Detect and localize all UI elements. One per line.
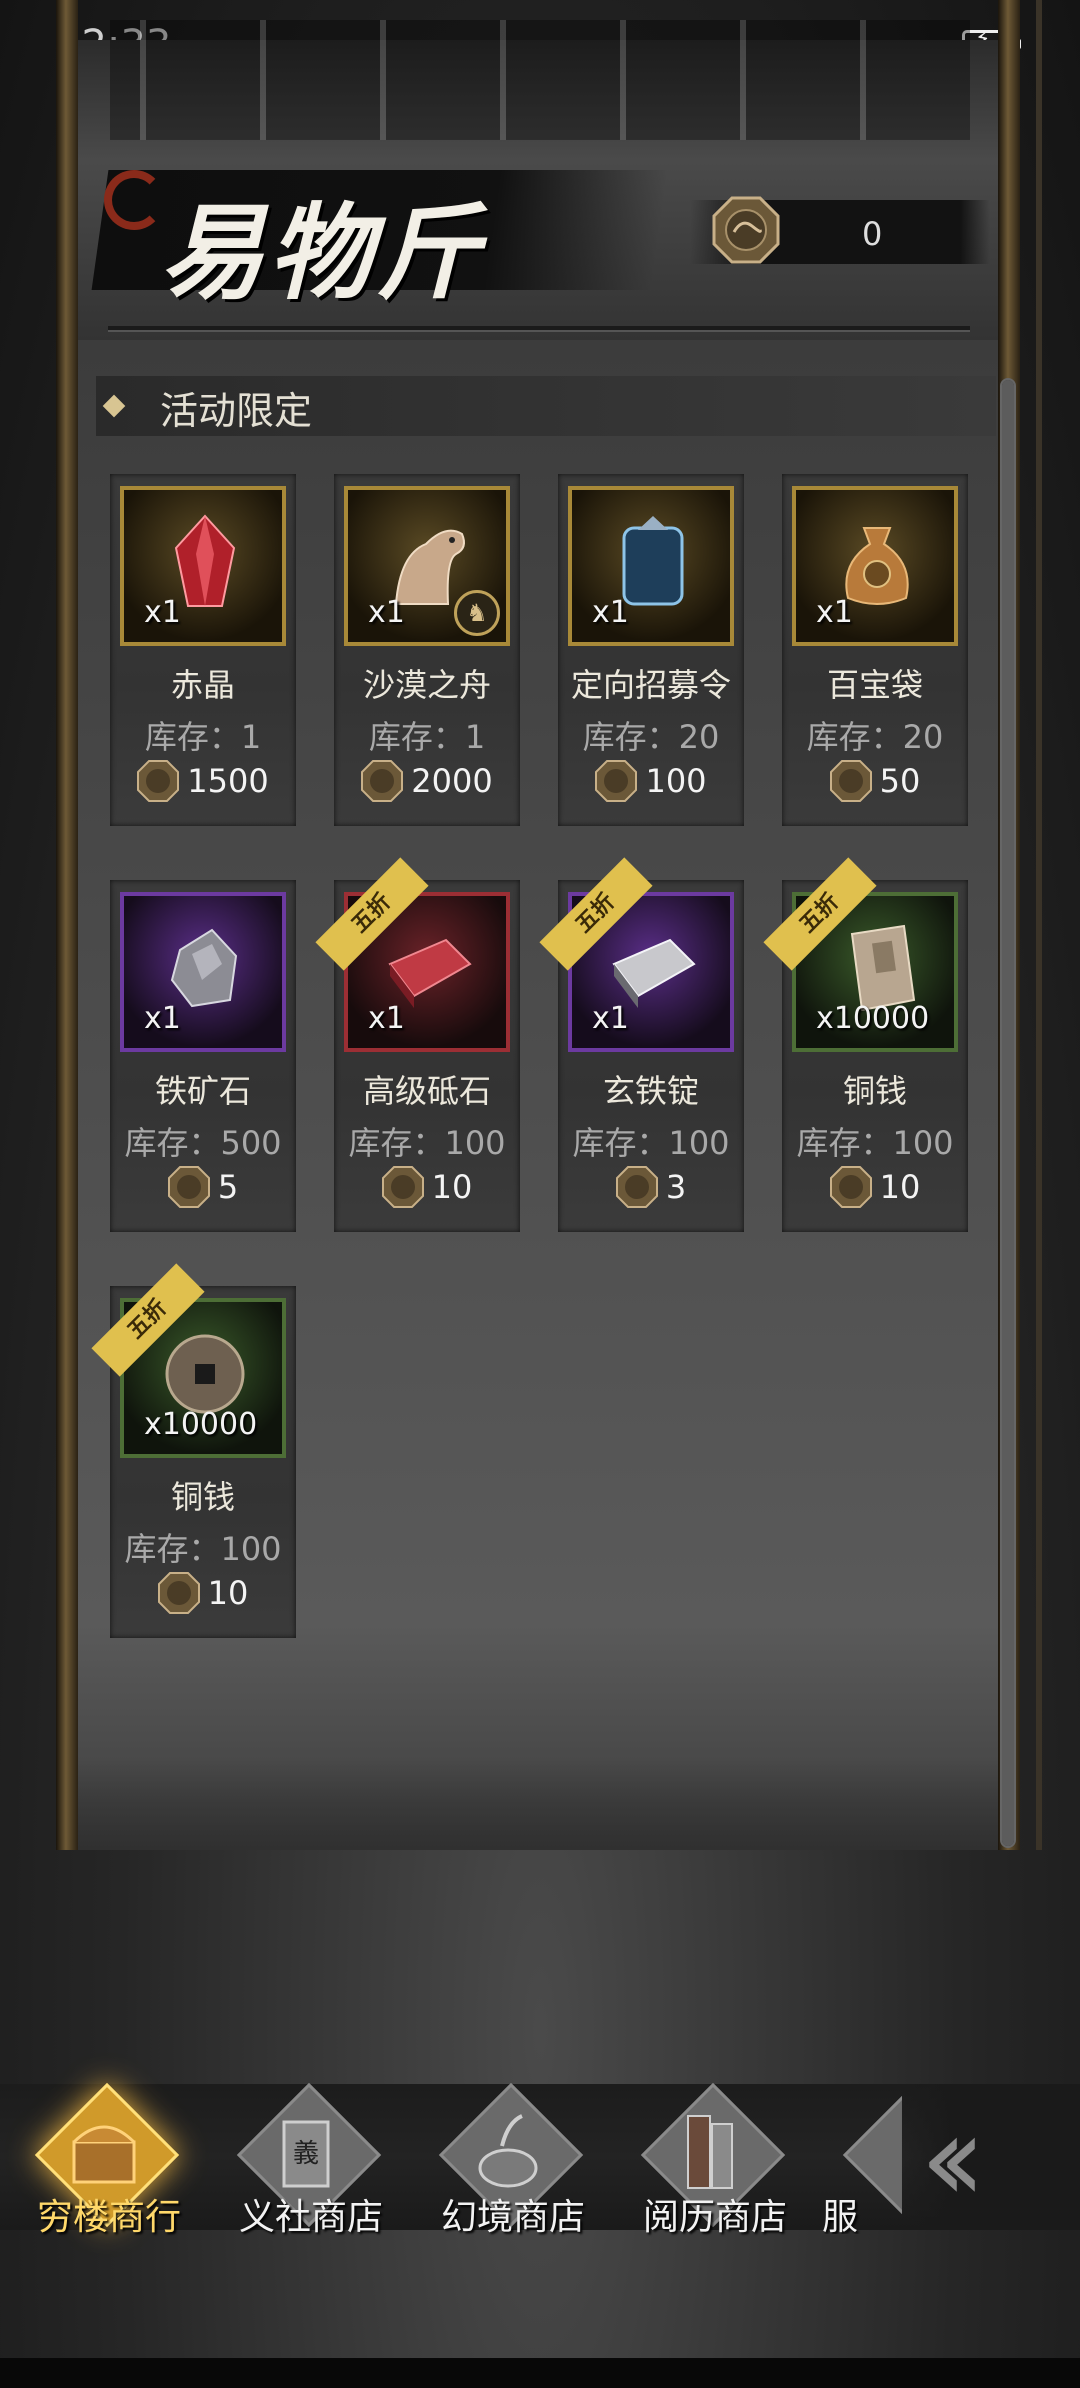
mount-badge-icon: ♞ bbox=[454, 590, 500, 636]
dragon-coin-icon bbox=[137, 760, 180, 802]
dragon-coin-icon bbox=[157, 1572, 200, 1614]
tab-label: 穷楼商行 bbox=[36, 2197, 181, 2238]
shop-item-card[interactable]: x10000 五折 铜钱 库存：100 10 bbox=[763, 857, 968, 1232]
item-price-row: 10 bbox=[334, 1166, 520, 1208]
dragon-coin-icon bbox=[381, 1166, 424, 1208]
item-price-row: 100 bbox=[558, 760, 744, 802]
incense-burner-icon bbox=[478, 2114, 538, 2188]
item-icon-frame: x1 bbox=[792, 486, 958, 646]
item-price: 3 bbox=[665, 1168, 687, 1206]
item-quantity: x1 bbox=[592, 1001, 629, 1036]
shop-item-card[interactable]: x1 ♞ 沙漠之舟 库存：1 2000 bbox=[334, 474, 520, 826]
item-quantity: x1 bbox=[368, 1001, 405, 1036]
tab-label: 义社商店 bbox=[238, 2197, 383, 2238]
tab-yishe-shop[interactable]: 義 义社商店 bbox=[206, 2082, 402, 2238]
item-name: 铜钱 bbox=[842, 1072, 907, 1110]
dragon-coin-icon bbox=[595, 760, 638, 802]
dragon-coin-icon bbox=[615, 1166, 658, 1208]
shop-item-card[interactable]: x10000 五折 铜钱 库存：100 10 bbox=[91, 1263, 296, 1638]
tab-qionglou-shop[interactable]: 穷楼商行 bbox=[4, 2082, 200, 2238]
item-name: 百宝袋 bbox=[826, 666, 923, 704]
tab-label: 阅历商店 bbox=[642, 2197, 787, 2238]
item-quantity: x1 bbox=[144, 595, 181, 630]
system-nav-bar bbox=[0, 2358, 1080, 2388]
item-price-row: 2000 bbox=[334, 760, 520, 802]
item-stock: 库存：20 bbox=[806, 718, 944, 756]
panel-bottom-shadow bbox=[78, 1760, 998, 1850]
shop-item-card[interactable]: x1 赤晶 库存：1 1500 bbox=[110, 474, 296, 826]
dragon-coin-icon bbox=[361, 760, 404, 802]
tab-partial-shop[interactable]: 服 bbox=[812, 2084, 902, 2234]
section-title: 活动限定 bbox=[160, 389, 313, 433]
dragon-coin-icon bbox=[167, 1166, 210, 1208]
item-quantity: x1 bbox=[368, 595, 405, 630]
item-name: 高级砥石 bbox=[362, 1072, 491, 1110]
tab-illusion-shop[interactable]: 幻境商店 bbox=[408, 2082, 604, 2238]
item-name: 玄铁锭 bbox=[602, 1072, 699, 1110]
item-stock: 库存：100 bbox=[796, 1124, 954, 1162]
item-price: 10 bbox=[431, 1168, 473, 1206]
item-stock: 库存：1 bbox=[144, 718, 262, 756]
item-price-row: 10 bbox=[110, 1572, 296, 1614]
item-name: 赤晶 bbox=[170, 666, 235, 704]
item-price: 10 bbox=[207, 1574, 249, 1612]
item-price-row: 10 bbox=[782, 1166, 968, 1208]
item-quantity: x10000 bbox=[144, 1407, 258, 1442]
item-quantity: x1 bbox=[816, 595, 853, 630]
item-name: 铜钱 bbox=[170, 1478, 235, 1516]
item-stock: 库存：1 bbox=[368, 718, 486, 756]
item-stock: 库存：20 bbox=[582, 718, 720, 756]
tab-label: 服 bbox=[822, 2197, 859, 2234]
books-icon bbox=[687, 2115, 733, 2189]
dragon-coin-icon bbox=[829, 1166, 872, 1208]
item-price-row: 1500 bbox=[110, 760, 296, 802]
item-stock: 库存：100 bbox=[572, 1124, 730, 1162]
double-chevron-left-icon: ‹‹ bbox=[920, 2090, 986, 2229]
shop-item-card[interactable]: x1 定向招募令 库存：20 100 bbox=[558, 474, 744, 826]
svg-text:義: 義 bbox=[293, 2139, 319, 2169]
item-name: 铁矿石 bbox=[154, 1072, 251, 1110]
item-price-row: 3 bbox=[558, 1166, 744, 1208]
scrollbar-thumb[interactable] bbox=[1002, 380, 1014, 1846]
item-price: 2000 bbox=[411, 762, 493, 800]
item-stock: 库存：500 bbox=[124, 1124, 282, 1162]
item-price: 1500 bbox=[187, 762, 269, 800]
frame-edge bbox=[1036, 0, 1042, 1850]
item-price-row: 5 bbox=[110, 1166, 296, 1208]
scroll-banner-icon: 義 bbox=[282, 2120, 330, 2188]
item-price: 5 bbox=[217, 1168, 239, 1206]
item-stock: 库存：100 bbox=[348, 1124, 506, 1162]
item-icon-frame: x1 ♞ bbox=[344, 486, 510, 646]
item-icon-frame: x1 bbox=[120, 486, 286, 646]
dragon-coin-icon bbox=[712, 196, 780, 264]
shop-item-card[interactable]: x1 百宝袋 库存：20 50 bbox=[782, 474, 968, 826]
item-name: 定向招募令 bbox=[570, 666, 731, 704]
frame-pillar-left bbox=[56, 0, 78, 1850]
currency-amount: 0 bbox=[862, 215, 883, 253]
dragon-coin-icon bbox=[829, 760, 872, 802]
item-price: 50 bbox=[879, 762, 921, 800]
tab-label: 幻境商店 bbox=[440, 2197, 585, 2238]
item-icon-frame: x1 bbox=[568, 486, 734, 646]
page-title: 易物斤 bbox=[160, 191, 485, 314]
shop-item-card[interactable]: x1 五折 玄铁锭 库存：100 3 bbox=[539, 857, 744, 1232]
item-quantity: x1 bbox=[592, 595, 629, 630]
item-price-row: 50 bbox=[782, 760, 968, 802]
item-stock: 库存：100 bbox=[124, 1530, 282, 1568]
item-price: 100 bbox=[645, 762, 707, 800]
item-icon-frame: x1 bbox=[120, 892, 286, 1052]
tab-experience-shop[interactable]: 阅历商店 bbox=[610, 2082, 806, 2238]
header-architecture-backdrop bbox=[110, 20, 970, 140]
header-divider bbox=[108, 326, 970, 332]
item-name: 沙漠之舟 bbox=[362, 666, 491, 704]
item-quantity: x10000 bbox=[816, 1001, 930, 1036]
shop-item-card[interactable]: x1 铁矿石 库存：500 5 bbox=[110, 880, 296, 1232]
title-seal-icon bbox=[104, 170, 164, 230]
treasure-chest-icon bbox=[72, 2125, 136, 2184]
item-quantity: x1 bbox=[144, 1001, 181, 1036]
item-price: 10 bbox=[879, 1168, 921, 1206]
shop-item-card[interactable]: x1 五折 高级砥石 库存：100 10 bbox=[315, 857, 520, 1232]
